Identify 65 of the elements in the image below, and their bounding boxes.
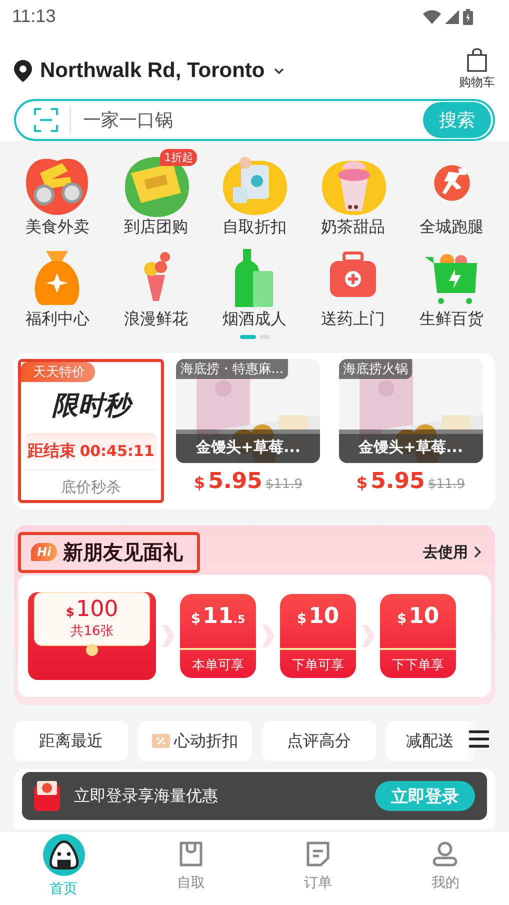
search-input[interactable]: 一家一口锅 [70, 106, 423, 134]
store-name: 海底捞・特惠麻... [176, 359, 288, 379]
flash-sale-subtitle: 底价秒杀 [61, 478, 121, 497]
sale-price: 5.95 [370, 469, 425, 494]
category-item[interactable]: 美食外卖 [8, 153, 107, 239]
countdown-label: 距结束 [28, 440, 76, 462]
status-time: 11:13 [12, 6, 56, 27]
cart-button[interactable]: 购物车 [459, 48, 495, 91]
countdown-timer: 00:45:11 [80, 442, 154, 460]
store-name: 海底捞火锅 [338, 359, 412, 379]
chevron-right-icon [474, 546, 481, 558]
product-name: 金馒头+草莓... [176, 434, 320, 463]
use-now-link[interactable]: 去使用 [423, 542, 481, 562]
location-pin-icon [14, 60, 32, 82]
category-item[interactable]: 全城跑腿 [402, 153, 501, 239]
category-item[interactable]: 奶茶甜品 [304, 153, 402, 239]
category-item[interactable]: 烟酒成人 [205, 245, 304, 331]
bundle-amount: 100 [76, 597, 118, 622]
coupon[interactable]: $10 下单可享 [280, 594, 356, 678]
menu-icon [469, 729, 489, 749]
nav-tab[interactable]: 订单 [254, 832, 382, 905]
flash-sale-panel[interactable]: 天天特价 限时秒 距结束 00:45:11 底价秒杀 [18, 359, 164, 503]
product-image[interactable]: 海底捞・特惠麻... 金馒头+草莓... [176, 359, 320, 463]
coupon[interactable]: $11.5 本单可享 [180, 594, 256, 678]
currency-symbol: $ [66, 605, 74, 619]
chevron-down-icon[interactable] [272, 67, 285, 75]
category-item[interactable]: 生鲜百货 [402, 245, 501, 331]
location-title[interactable]: Northwalk Rd, Toronto [40, 59, 265, 83]
discount-icon [152, 734, 170, 748]
user-icon [431, 840, 460, 868]
original-price: $11.9 [265, 477, 303, 492]
chevron-right-icon [362, 625, 374, 647]
battery-icon [463, 8, 473, 24]
coupon[interactable]: $10 下下单享 [380, 594, 456, 678]
chevron-right-icon [262, 625, 274, 647]
signal-icon [445, 10, 459, 24]
filter-chip[interactable]: 点评高分 [262, 721, 376, 761]
gift-envelope[interactable]: $100 共16张 [28, 592, 156, 680]
category-item[interactable]: 浪漫鲜花 [106, 245, 206, 331]
envelope-seal [86, 644, 98, 656]
nav-tab[interactable]: 我的 [382, 832, 509, 905]
gift-title: 新朋友见面礼 [63, 538, 184, 566]
currency-symbol: $ [194, 473, 206, 492]
daily-deal-tag: 天天特价 [21, 362, 95, 382]
nav-tab[interactable]: 自取 [127, 832, 254, 905]
filter-chip[interactable]: 心动折扣 [138, 721, 252, 761]
original-price: $11.9 [428, 477, 466, 492]
login-prompt: 立即登录享海量优惠 [74, 786, 219, 806]
greeting-badge: Hi [31, 543, 58, 561]
order-icon [304, 840, 332, 868]
product-name: 金馒头+草莓... [338, 434, 483, 463]
product-image[interactable]: 海底捞火锅 金馒头+草莓... [338, 359, 483, 463]
envelope-icon [34, 781, 60, 811]
category-item[interactable]: 福利中心 [8, 245, 107, 331]
coupon-count: 共16张 [70, 623, 114, 640]
category-item[interactable]: 自取折扣 [205, 153, 304, 239]
sale-price: 5.95 [208, 469, 262, 494]
category-item[interactable]: 送药上门 [304, 245, 402, 331]
wifi-icon [423, 10, 441, 24]
discount-badge: 1折起 [160, 149, 198, 166]
filter-chip[interactable]: 减配送 [386, 721, 476, 761]
filter-chip[interactable]: 距离最近 [14, 721, 128, 761]
currency-symbol: $ [356, 473, 368, 492]
chevron-right-icon [162, 625, 174, 647]
shopping-bag-icon [466, 48, 488, 72]
